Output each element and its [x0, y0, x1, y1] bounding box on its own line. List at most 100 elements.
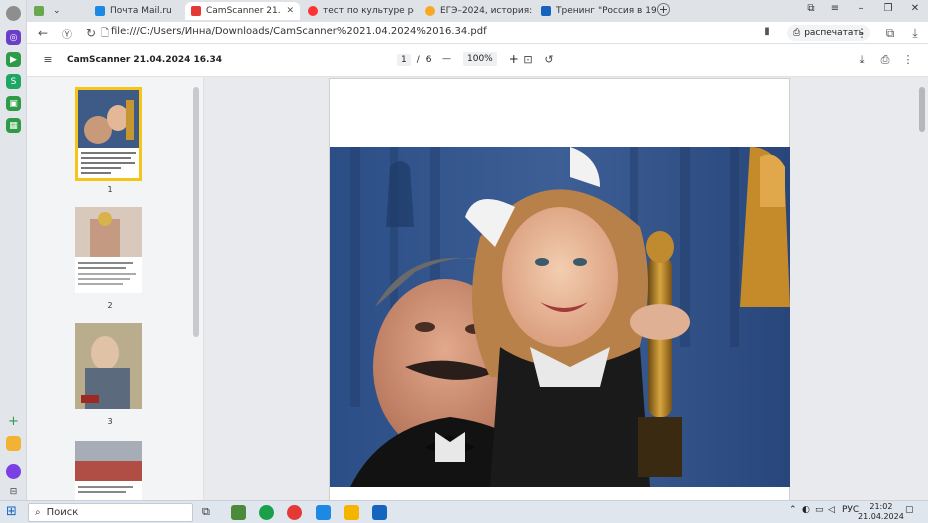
thumbnail-image: [78, 90, 139, 174]
thumbnail-image: [75, 441, 142, 493]
tab-label: Почта Mail.ru: [110, 6, 172, 16]
total-pages: 6: [425, 55, 432, 65]
thumbnail-number: 2: [107, 301, 113, 310]
alice-icon[interactable]: ◎: [6, 30, 21, 45]
edge-icon[interactable]: [259, 505, 274, 520]
close-window-button[interactable]: ✕: [907, 3, 923, 14]
tab-label: CamScanner 21.04.2024: [206, 6, 281, 16]
zoom-in-button[interactable]: +: [509, 52, 519, 66]
clock-date: 21.04.2024: [858, 512, 904, 521]
pinned-tab-icon: [34, 6, 44, 16]
thumbnail-number: 1: [107, 185, 113, 194]
language-indicator[interactable]: РУС: [842, 505, 859, 515]
more-icon[interactable]: ⋮: [901, 53, 915, 66]
document-scrollbar[interactable]: [919, 87, 925, 132]
tab-mail[interactable]: Почта Mail.ru: [89, 2, 184, 20]
downloads-panel-icon[interactable]: ⧉: [882, 26, 898, 41]
tab-camscanner[interactable]: CamScanner 21.04.2024 ✕: [185, 2, 300, 20]
pdf-favicon-icon: [191, 6, 201, 16]
chevron-down-icon: ⌄: [53, 6, 61, 16]
zoom-controls: — 100% +: [442, 52, 519, 66]
clock-time: 21:02: [869, 502, 893, 511]
browser-side-panel: ◎ ▶ S ▣ ▦ + ⊟: [0, 0, 27, 500]
bookmark-icon[interactable]: ▮: [759, 26, 775, 37]
sidebar-scrollbar[interactable]: [193, 87, 199, 337]
mail-icon[interactable]: [316, 505, 331, 520]
file-explorer-icon[interactable]: [344, 505, 359, 520]
page-indicator: 1 / 6: [397, 54, 432, 66]
tab-label: ЕГЭ–2024, история: задан: [440, 6, 534, 16]
printer-icon[interactable]: ⎙: [878, 53, 892, 67]
taskbar-clock[interactable]: 21:02 21.04.2024: [858, 502, 904, 522]
thumbnail-page-2[interactable]: [75, 207, 142, 293]
play-icon[interactable]: ▶: [6, 52, 21, 67]
tab-ege[interactable]: ЕГЭ–2024, история: задан: [419, 2, 534, 20]
gallery-icon[interactable]: ▣: [6, 96, 21, 111]
apps-grid-icon[interactable]: ▦: [6, 118, 21, 133]
tab-training[interactable]: Тренинг "Россия в 1990-1: [535, 2, 657, 20]
printer-icon: ⎙: [793, 28, 801, 38]
zoom-out-button[interactable]: —: [442, 54, 451, 64]
profile-avatar[interactable]: [6, 6, 21, 21]
bookmarks-icon[interactable]: ⧉: [803, 3, 819, 14]
thumbnail-page-4[interactable]: [75, 441, 142, 500]
s-icon[interactable]: S: [6, 74, 21, 89]
pdf-page-1: [329, 78, 790, 508]
new-tab-button[interactable]: +: [657, 3, 670, 16]
thumbnail-image: [75, 323, 142, 409]
tab-label: Тренинг "Россия в 1990-1: [556, 6, 657, 16]
document-viewer: [204, 77, 928, 508]
address-bar: ← Ⓨ ↻ 🗋 file:///C:/Users/Инна/Downloads/…: [27, 22, 928, 44]
page-number-input[interactable]: 1: [397, 54, 411, 66]
pdf-title: CamScanner 21.04.2024 16.34: [67, 55, 222, 65]
minimize-button[interactable]: –: [853, 3, 869, 14]
pdf-toolbar: ≡ CamScanner 21.04.2024 16.34 1 / 6 — 10…: [27, 44, 928, 77]
url-field[interactable]: file:///C:/Users/Инна/Downloads/CamScann…: [111, 26, 487, 37]
search-icon: ⌕: [35, 507, 41, 518]
download-icon[interactable]: ⤓: [855, 53, 869, 67]
restore-button[interactable]: ❐: [880, 3, 896, 14]
tab-culture-test[interactable]: тест по культуре россии: [302, 2, 414, 20]
notifications-icon[interactable]: ▢: [905, 505, 914, 515]
add-icon[interactable]: +: [6, 414, 21, 429]
volume-icon[interactable]: ◁: [828, 505, 835, 515]
menu-icon[interactable]: ≡: [827, 3, 843, 14]
windows-taskbar: ⊞ ⌕ Поиск ⧉ ⌃ ◐ ▭ ◁ РУС 21:02 21.04.2024…: [0, 500, 928, 523]
thumbnail-page-1[interactable]: [75, 87, 142, 181]
windows-start-icon[interactable]: ⊞: [6, 505, 21, 520]
tray-chevron-icon[interactable]: ⌃: [789, 505, 797, 515]
battery-icon[interactable]: ▭: [815, 505, 824, 515]
task-view-icon[interactable]: ⧉: [202, 505, 217, 520]
thumbnail-page-3[interactable]: [75, 323, 142, 409]
page-photo: [330, 147, 790, 487]
yandex-favicon-icon: [308, 6, 318, 16]
assistant-icon[interactable]: [6, 464, 21, 479]
store-icon[interactable]: [231, 505, 246, 520]
download-icon[interactable]: ⤓: [907, 26, 923, 41]
network-icon[interactable]: ◐: [802, 505, 810, 515]
rotate-icon[interactable]: ↺: [542, 53, 556, 66]
app-icon[interactable]: [6, 436, 21, 451]
tab-list-button[interactable]: ⌄: [47, 2, 67, 20]
page-separator: /: [416, 55, 420, 65]
yandex-browser-icon[interactable]: [287, 505, 302, 520]
mail-favicon-icon: [95, 6, 105, 16]
back-icon[interactable]: ←: [35, 26, 51, 40]
fit-page-icon[interactable]: ⊡: [521, 53, 535, 66]
sidebar-menu-icon[interactable]: ≡: [41, 53, 55, 66]
more-icon[interactable]: ⋮: [854, 26, 870, 40]
thumbnail-image: [75, 207, 142, 285]
training-favicon-icon: [541, 6, 551, 16]
thumbnail-sidebar: 1 2 3: [27, 77, 204, 500]
yandex-icon[interactable]: Ⓨ: [59, 26, 75, 41]
tab-label: тест по культуре россии: [323, 6, 414, 16]
word-icon[interactable]: [372, 505, 387, 520]
taskbar-search[interactable]: ⌕ Поиск: [28, 503, 193, 522]
thumbnail-number: 3: [107, 417, 113, 426]
close-tab-icon[interactable]: ✕: [286, 6, 294, 16]
tab-bar: ⌄ Почта Mail.ru CamScanner 21.04.2024 ✕ …: [27, 0, 928, 22]
zoom-value[interactable]: 100%: [463, 52, 497, 66]
ege-favicon-icon: [425, 6, 435, 16]
panel-menu-icon[interactable]: ⊟: [6, 484, 21, 499]
search-placeholder: Поиск: [46, 507, 79, 518]
